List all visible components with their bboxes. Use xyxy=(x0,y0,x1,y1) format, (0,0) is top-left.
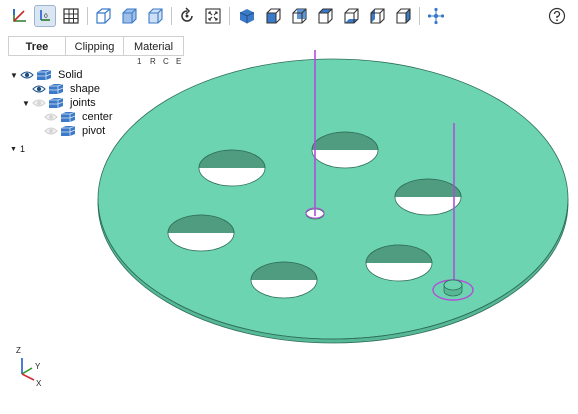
axis-label-y: Y xyxy=(35,362,41,371)
zoom-fit-icon[interactable] xyxy=(202,5,224,27)
view-top-icon[interactable] xyxy=(314,5,336,27)
view-bottom-icon[interactable] xyxy=(340,5,362,27)
transparent-icon[interactable] xyxy=(118,5,140,27)
toolbar: 0 xyxy=(0,0,578,34)
perspective-icon[interactable] xyxy=(92,5,114,27)
axis-label-z: Z xyxy=(16,346,21,355)
help-icon[interactable] xyxy=(546,5,568,27)
view-front-icon[interactable] xyxy=(262,5,284,27)
grid-toggle-icon[interactable] xyxy=(60,5,82,27)
view-right-icon[interactable] xyxy=(392,5,414,27)
black-edges-icon[interactable] xyxy=(144,5,166,27)
view-rear-icon[interactable] xyxy=(288,5,310,27)
view-iso-icon[interactable] xyxy=(236,5,258,27)
svg-text:0: 0 xyxy=(44,13,48,20)
reset-view-icon[interactable] xyxy=(176,5,198,27)
disk-top-face xyxy=(97,58,569,340)
axis-label-x: X xyxy=(36,379,42,388)
explode-icon[interactable] xyxy=(425,5,447,27)
axes-origin-toggle-icon[interactable]: 0 xyxy=(34,5,56,27)
view-left-icon[interactable] xyxy=(366,5,388,27)
axes-toggle-icon[interactable] xyxy=(8,5,30,27)
viewport-3d[interactable] xyxy=(0,34,578,414)
orientation-axes: Z Y X xyxy=(12,346,46,390)
